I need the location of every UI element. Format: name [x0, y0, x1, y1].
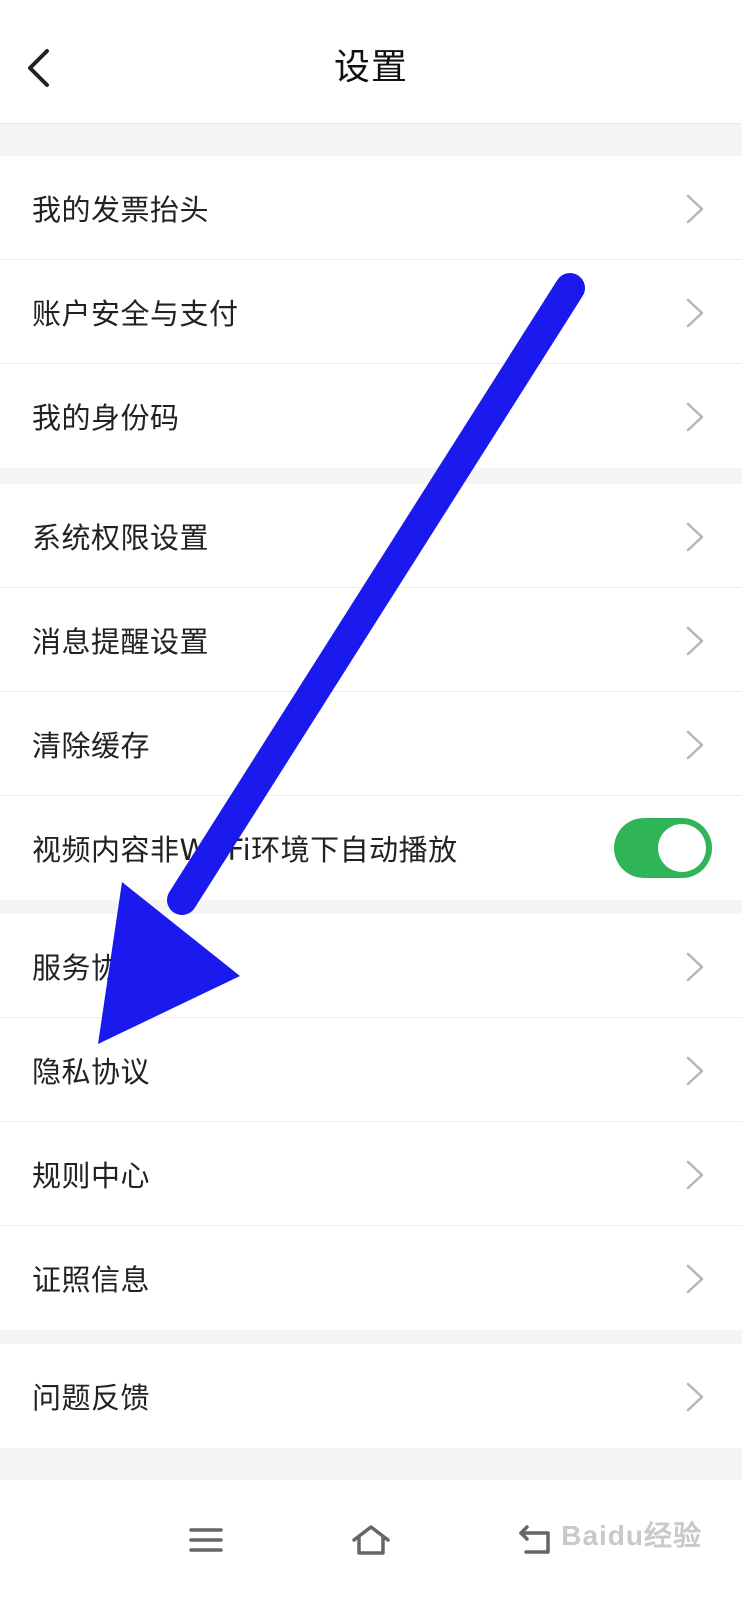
row-label: 规则中心 — [32, 1158, 151, 1193]
back-icon — [519, 1525, 550, 1554]
settings-row-feedback[interactable]: 问题反馈 — [0, 1344, 742, 1448]
settings-row-notifications[interactable]: 消息提醒设置 — [0, 588, 742, 692]
toggle-knob — [658, 824, 706, 872]
settings-row-video-autoplay: 视频内容非Wi-Fi环境下自动播放 — [0, 796, 742, 900]
autoplay-toggle[interactable] — [614, 818, 712, 878]
chevron-right-icon — [686, 298, 704, 328]
chevron-right-icon — [686, 1264, 704, 1294]
settings-group-account: 我的发票抬头 账户安全与支付 我的身份码 — [0, 156, 742, 468]
settings-row-system-permissions[interactable]: 系统权限设置 — [0, 484, 742, 588]
page-title: 设置 — [333, 47, 408, 88]
row-label: 视频内容非Wi-Fi环境下自动播放 — [32, 833, 458, 867]
settings-row-rules-center[interactable]: 规则中心 — [0, 1122, 742, 1226]
chevron-right-icon — [686, 1056, 704, 1086]
row-label: 服务协议 — [32, 950, 151, 985]
row-label: 我的发票抬头 — [32, 192, 210, 227]
chevron-right-icon — [686, 402, 704, 432]
chevron-right-icon — [686, 730, 704, 760]
chevron-right-icon — [686, 1160, 704, 1190]
row-label: 账户安全与支付 — [32, 296, 239, 331]
nav-menu-button[interactable] — [176, 1510, 236, 1570]
chevron-right-icon — [686, 626, 704, 656]
home-icon — [352, 1525, 390, 1555]
chevron-right-icon — [686, 1382, 704, 1412]
settings-group-system: 系统权限设置 消息提醒设置 清除缓存 视频内容非Wi-Fi环境下自动播放 — [0, 484, 742, 900]
settings-row-account-security[interactable]: 账户安全与支付 — [0, 260, 742, 364]
row-label: 消息提醒设置 — [32, 624, 210, 659]
settings-row-identity-code[interactable]: 我的身份码 — [0, 364, 742, 468]
settings-group-legal: 服务协议 隐私协议 规则中心 证照信息 — [0, 914, 742, 1330]
settings-group-feedback: 问题反馈 — [0, 1344, 742, 1448]
row-label: 问题反馈 — [32, 1381, 151, 1415]
baidu-watermark: Baidu经验 — [561, 1520, 702, 1551]
chevron-right-icon — [686, 952, 704, 982]
settings-row-invoice-title[interactable]: 我的发票抬头 — [0, 156, 742, 260]
nav-home-button[interactable] — [341, 1510, 401, 1570]
settings-row-service-agreement[interactable]: 服务协议 — [0, 914, 742, 1018]
row-label: 系统权限设置 — [32, 520, 210, 555]
settings-row-privacy-agreement[interactable]: 隐私协议 — [0, 1018, 742, 1122]
header: 设置 — [0, 0, 742, 124]
row-label: 我的身份码 — [32, 401, 180, 435]
chevron-right-icon — [686, 522, 704, 552]
settings-row-clear-cache[interactable]: 清除缓存 — [0, 692, 742, 796]
nav-back-button[interactable] — [506, 1510, 566, 1570]
menu-icon — [189, 1528, 223, 1552]
row-label: 证照信息 — [32, 1263, 151, 1297]
chevron-right-icon — [686, 194, 704, 224]
settings-row-license-info[interactable]: 证照信息 — [0, 1226, 742, 1330]
row-label: 清除缓存 — [32, 728, 151, 763]
row-label: 隐私协议 — [32, 1054, 151, 1089]
